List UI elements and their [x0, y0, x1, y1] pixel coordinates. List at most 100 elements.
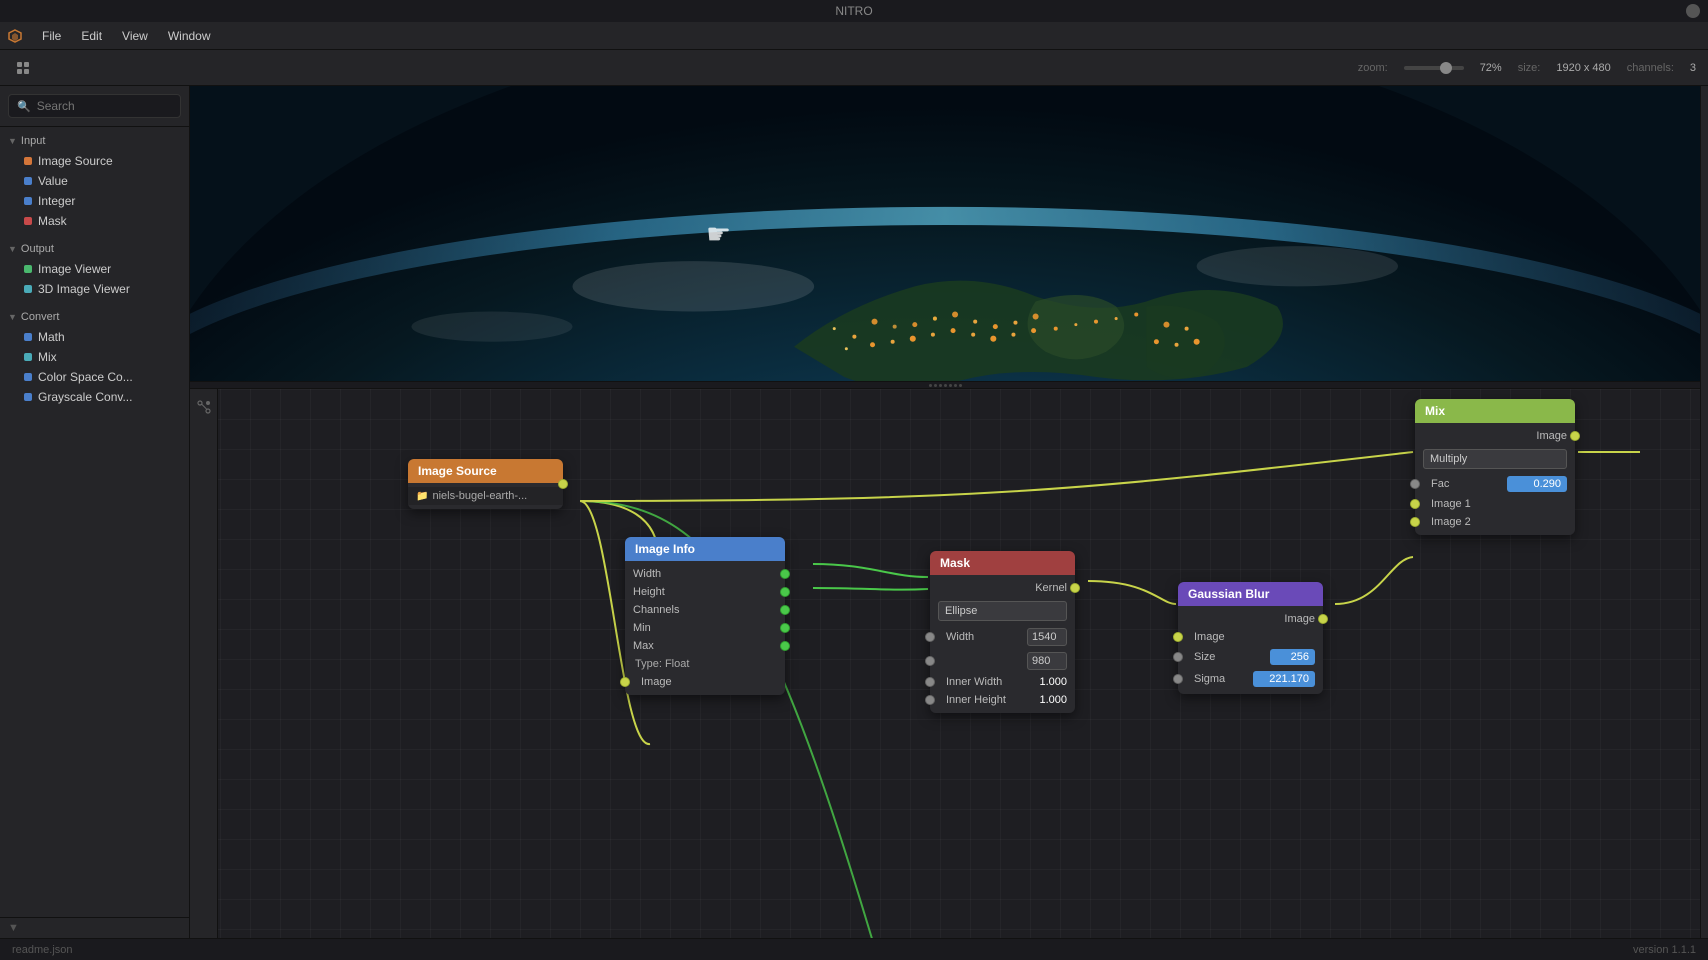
- sidebar-item-mix[interactable]: Mix: [0, 347, 189, 367]
- size-label: size:: [1518, 62, 1541, 74]
- dot-math: [24, 333, 32, 341]
- sidebar-search-area: 🔍: [0, 86, 189, 127]
- toolbar-icon-grid[interactable]: [12, 57, 34, 79]
- port-channels-out[interactable]: [780, 605, 790, 615]
- section-output-header[interactable]: ▼ Output: [0, 239, 189, 259]
- port-inner-width-in[interactable]: [925, 677, 935, 687]
- dot-3d-viewer: [24, 285, 32, 293]
- sidebar-label-value: Value: [38, 174, 68, 188]
- sidebar-item-image-source[interactable]: Image Source: [0, 151, 189, 171]
- port-mix-out[interactable]: [1570, 431, 1580, 441]
- node-image-info-body: Width Height Channels Min: [625, 561, 785, 695]
- node-file-row[interactable]: 📁 niels-bugel-earth-...: [408, 487, 563, 505]
- sidebar-item-image-viewer[interactable]: Image Viewer: [0, 259, 189, 279]
- port-size-in[interactable]: [1173, 652, 1183, 662]
- node-row-height: Height: [625, 583, 785, 601]
- label-mask-width: Width: [938, 631, 1023, 643]
- sidebar-label-math: Math: [38, 330, 65, 344]
- node-row-shape[interactable]: Ellipse Rectangle: [930, 597, 1075, 625]
- traffic-light[interactable]: [1686, 4, 1700, 18]
- sidebar-label-image-source: Image Source: [38, 154, 113, 168]
- port-image1-in[interactable]: [1410, 499, 1420, 509]
- sidebar-item-math[interactable]: Math: [0, 327, 189, 347]
- menu-file[interactable]: File: [32, 25, 71, 47]
- port-image-source-out[interactable]: [558, 479, 568, 489]
- port-kernel-out[interactable]: [1070, 583, 1080, 593]
- label-width: Width: [633, 568, 777, 580]
- node-gaussian-header[interactable]: Gaussian Blur: [1178, 582, 1323, 606]
- section-input-header[interactable]: ▼ Input: [0, 131, 189, 151]
- node-row-kernel: Kernel: [930, 579, 1075, 597]
- node-image-info-header[interactable]: Image Info: [625, 537, 785, 561]
- sidebar-label-integer: Integer: [38, 194, 75, 208]
- node-editor[interactable]: Image Source 📁 niels-bugel-earth-... Ima…: [190, 389, 1700, 938]
- dot-grayscale: [24, 393, 32, 401]
- sidebar-item-value[interactable]: Value: [0, 171, 189, 191]
- image-viewer[interactable]: ☛: [190, 86, 1700, 381]
- port-image-in[interactable]: [620, 677, 630, 687]
- node-row-mix-mode[interactable]: Multiply Add Screen: [1415, 445, 1575, 473]
- cursor-hand: ☛: [706, 217, 731, 250]
- port-mask-width-in[interactable]: [925, 632, 935, 642]
- label-inner-width: Inner Width: [938, 676, 1035, 688]
- port-gaussian-out[interactable]: [1318, 614, 1328, 624]
- port-fac-in[interactable]: [1410, 479, 1420, 489]
- fac-input[interactable]: [1507, 476, 1567, 492]
- search-input[interactable]: [37, 99, 190, 113]
- node-icon-connect[interactable]: [194, 397, 214, 417]
- port-gaussian-image-in[interactable]: [1173, 632, 1183, 642]
- node-row-image-in: Image: [625, 673, 785, 691]
- node-gaussian-blur[interactable]: Gaussian Blur Image Image Size: [1178, 582, 1323, 694]
- sigma-input[interactable]: [1253, 671, 1315, 687]
- label-gaussian-image: Image: [1186, 613, 1315, 625]
- node-row-width: Width: [625, 565, 785, 583]
- menu-window[interactable]: Window: [158, 25, 221, 47]
- port-width-out[interactable]: [780, 569, 790, 579]
- node-mask-body: Kernel Ellipse Rectangle Width: [930, 575, 1075, 713]
- sidebar-item-color-space[interactable]: Color Space Co...: [0, 367, 189, 387]
- zoom-label: zoom:: [1358, 62, 1388, 74]
- chevron-output: ▼: [8, 244, 17, 254]
- sidebar-item-integer[interactable]: Integer: [0, 191, 189, 211]
- sidebar-item-grayscale[interactable]: Grayscale Conv...: [0, 387, 189, 407]
- port-height-out[interactable]: [780, 587, 790, 597]
- mask-width-input[interactable]: [1027, 628, 1067, 646]
- section-convert: ▼ Convert Math Mix Color Space Co... Gra…: [0, 303, 189, 411]
- label-gaussian-image-in: Image: [1186, 631, 1225, 643]
- node-mix[interactable]: Mix Image Multiply Add Screen: [1415, 399, 1575, 535]
- port-image2-in[interactable]: [1410, 517, 1420, 527]
- label-mix-image: Image: [1423, 430, 1567, 442]
- menu-edit[interactable]: Edit: [71, 25, 112, 47]
- zoom-slider[interactable]: [1404, 66, 1464, 70]
- node-image-source-body: 📁 niels-bugel-earth-...: [408, 483, 563, 509]
- node-mix-header[interactable]: Mix: [1415, 399, 1575, 423]
- node-image-info[interactable]: Image Info Width Height Channels: [625, 537, 785, 695]
- node-row-max: Max: [625, 637, 785, 655]
- mask-shape-select[interactable]: Ellipse Rectangle: [938, 601, 1067, 621]
- menu-view[interactable]: View: [112, 25, 158, 47]
- dot-color-space: [24, 373, 32, 381]
- port-sigma-in[interactable]: [1173, 674, 1183, 684]
- port-max-out[interactable]: [780, 641, 790, 651]
- size-input[interactable]: [1270, 649, 1315, 665]
- label-height: Height: [633, 586, 777, 598]
- node-image-source-header[interactable]: Image Source: [408, 459, 563, 483]
- node-type-text: Type: Float: [625, 655, 785, 673]
- dot-mask: [24, 217, 32, 225]
- section-convert-header[interactable]: ▼ Convert: [0, 307, 189, 327]
- mix-mode-select[interactable]: Multiply Add Screen: [1423, 449, 1567, 469]
- port-min-out[interactable]: [780, 623, 790, 633]
- port-inner-height-in[interactable]: [925, 695, 935, 705]
- divider-horizontal[interactable]: [190, 381, 1700, 389]
- search-box[interactable]: 🔍: [8, 94, 181, 118]
- node-image-source[interactable]: Image Source 📁 niels-bugel-earth-...: [408, 459, 563, 509]
- sidebar-item-mask[interactable]: Mask: [0, 211, 189, 231]
- dot-integer: [24, 197, 32, 205]
- port-mask-height-in[interactable]: [925, 656, 935, 666]
- node-mask-header[interactable]: Mask: [930, 551, 1075, 575]
- label-min: Min: [633, 622, 777, 634]
- sidebar-item-3d-viewer[interactable]: 3D Image Viewer: [0, 279, 189, 299]
- node-mask[interactable]: Mask Kernel Ellipse Rectangle Wi: [930, 551, 1075, 713]
- mask-height-input[interactable]: [1027, 652, 1067, 670]
- label-sigma: Sigma: [1186, 673, 1249, 685]
